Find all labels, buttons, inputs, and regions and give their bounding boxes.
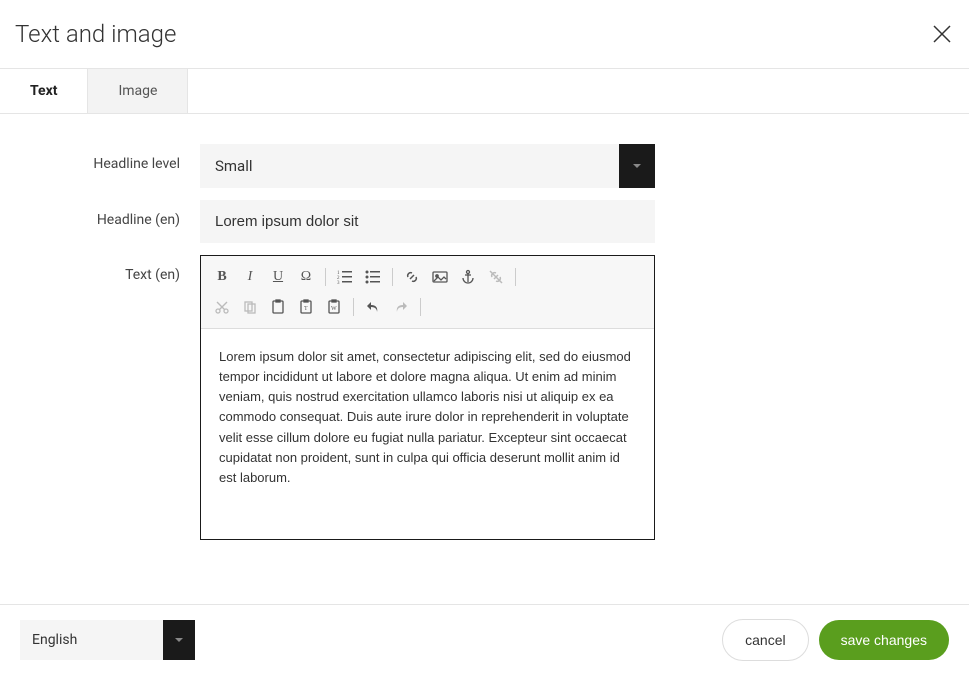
svg-text:T: T bbox=[304, 306, 308, 312]
language-select[interactable]: English bbox=[20, 620, 195, 660]
modal-tabs: Text Image bbox=[0, 69, 969, 114]
copy-icon bbox=[237, 295, 263, 319]
headline-input[interactable] bbox=[200, 200, 655, 243]
unordered-list-icon[interactable] bbox=[360, 265, 386, 289]
paste-word-icon[interactable]: W bbox=[321, 295, 347, 319]
toolbar-separator bbox=[353, 298, 354, 316]
language-value: English bbox=[20, 620, 163, 660]
paste-icon[interactable] bbox=[265, 295, 291, 319]
text-image-modal: Text and image Text Image Headline level… bbox=[0, 0, 969, 675]
image-icon[interactable] bbox=[427, 265, 453, 289]
underline-icon[interactable]: U bbox=[265, 265, 291, 289]
row-text: Text (en) B I U Ω 123 bbox=[30, 255, 939, 540]
chevron-down-icon[interactable] bbox=[163, 620, 195, 660]
label-headline-level: Headline level bbox=[30, 144, 200, 172]
toolbar-separator bbox=[420, 298, 421, 316]
row-headline: Headline (en) bbox=[30, 200, 939, 243]
special-char-icon[interactable]: Ω bbox=[293, 265, 319, 289]
label-text: Text (en) bbox=[30, 255, 200, 283]
save-button[interactable]: save changes bbox=[819, 620, 949, 660]
undo-icon[interactable] bbox=[360, 295, 386, 319]
rich-text-editor: B I U Ω 123 bbox=[200, 255, 655, 540]
toolbar-separator bbox=[325, 268, 326, 286]
redo-icon bbox=[388, 295, 414, 319]
italic-icon[interactable]: I bbox=[237, 265, 263, 289]
editor-toolbar: B I U Ω 123 bbox=[201, 256, 654, 329]
svg-text:W: W bbox=[331, 306, 337, 312]
modal-header: Text and image bbox=[0, 0, 969, 69]
toolbar-separator bbox=[515, 268, 516, 286]
chevron-down-icon[interactable] bbox=[619, 144, 655, 188]
modal-content: Headline level Small Headline (en) Text … bbox=[0, 114, 969, 604]
bold-icon[interactable]: B bbox=[209, 265, 235, 289]
footer-actions: cancel save changes bbox=[722, 619, 949, 661]
modal-footer: English cancel save changes bbox=[0, 604, 969, 675]
svg-text:3: 3 bbox=[337, 281, 340, 285]
select-headline-level[interactable]: Small bbox=[200, 144, 655, 188]
modal-title: Text and image bbox=[15, 20, 176, 48]
anchor-icon[interactable] bbox=[455, 265, 481, 289]
paste-text-icon[interactable]: T bbox=[293, 295, 319, 319]
cancel-button[interactable]: cancel bbox=[722, 619, 808, 661]
tab-image[interactable]: Image bbox=[87, 69, 188, 113]
tab-text[interactable]: Text bbox=[0, 69, 87, 113]
link-icon[interactable] bbox=[399, 265, 425, 289]
ordered-list-icon[interactable]: 123 bbox=[332, 265, 358, 289]
unlink-icon bbox=[483, 265, 509, 289]
cut-icon bbox=[209, 295, 235, 319]
toolbar-separator bbox=[392, 268, 393, 286]
select-headline-level-value: Small bbox=[200, 144, 619, 188]
editor-textarea[interactable]: Lorem ipsum dolor sit amet, consectetur … bbox=[201, 329, 654, 539]
close-icon[interactable] bbox=[930, 22, 954, 46]
row-headline-level: Headline level Small bbox=[30, 144, 939, 188]
label-headline: Headline (en) bbox=[30, 200, 200, 228]
